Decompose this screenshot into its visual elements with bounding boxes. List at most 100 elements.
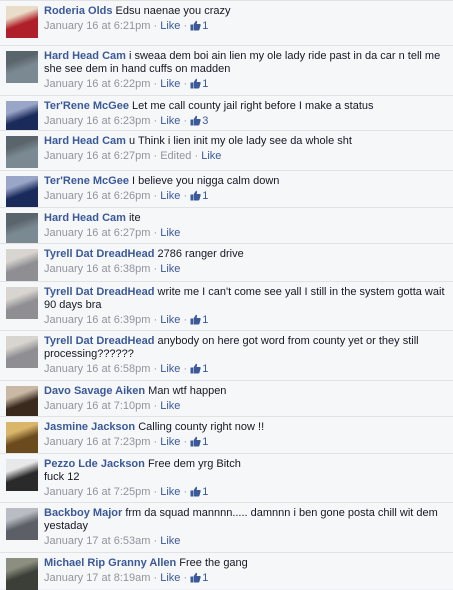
thumbs-up-icon [190, 115, 201, 126]
like-count-value: 1 [202, 363, 209, 375]
avatar[interactable] [6, 51, 38, 83]
avatar[interactable] [6, 6, 38, 38]
like-link[interactable]: Like [160, 190, 180, 202]
comment-item: Pezzo Lde Jackson Free dem yrg Bitch fuck… [0, 453, 453, 502]
avatar[interactable] [6, 508, 38, 540]
like-count-value: 1 [202, 436, 209, 448]
avatar[interactable] [6, 336, 38, 368]
comment-item: Jasmine Jackson Calling county right now… [0, 416, 453, 454]
like-link[interactable]: Like [160, 227, 180, 239]
like-count[interactable]: 1 [190, 78, 208, 90]
like-count[interactable]: 1 [190, 190, 208, 202]
comment-timestamp[interactable]: January 16 at 6:39pm [44, 314, 150, 326]
avatar[interactable] [6, 136, 38, 168]
comment-meta: January 16 at 7:25pm · Like · 1 [44, 486, 447, 499]
like-link[interactable]: Like [160, 572, 180, 584]
comment-timestamp[interactable]: January 16 at 6:27pm [44, 150, 150, 162]
separator-dot: · [183, 20, 188, 32]
like-count[interactable]: 1 [190, 572, 208, 584]
comment-author[interactable]: Tyrell Dat DreadHead [44, 248, 154, 260]
like-link[interactable]: Like [160, 486, 180, 498]
separator-dot: · [153, 78, 158, 90]
comment-text: ite [128, 212, 141, 224]
like-link[interactable]: Like [160, 436, 180, 448]
comment-item: Backboy Major frm da squad mannnn..... d… [0, 502, 453, 552]
comment-timestamp[interactable]: January 17 at 6:53am [44, 535, 150, 547]
comment-timestamp[interactable]: January 16 at 6:27pm [44, 227, 150, 239]
comment-meta: January 16 at 6:27pm · Like [44, 227, 447, 240]
separator-dot: · [183, 314, 188, 326]
comment-meta: January 16 at 7:23pm · Like · 1 [44, 436, 447, 449]
like-count[interactable]: 1 [190, 20, 208, 32]
separator-dot: · [194, 150, 199, 162]
avatar[interactable] [6, 176, 38, 208]
comment-author[interactable]: Ter'Rene McGee [44, 175, 129, 187]
comment-timestamp[interactable]: January 16 at 6:38pm [44, 263, 150, 275]
like-count[interactable]: 1 [190, 486, 208, 498]
comment-author[interactable]: Hard Head Cam [44, 212, 126, 224]
like-link[interactable]: Like [160, 263, 180, 275]
comment-timestamp[interactable]: January 16 at 6:26pm [44, 190, 150, 202]
separator-dot: · [183, 115, 188, 127]
avatar[interactable] [6, 386, 38, 418]
comment-author[interactable]: Tyrell Dat DreadHead [44, 335, 154, 347]
comment-meta: January 16 at 6:26pm · Like · 1 [44, 190, 447, 203]
separator-dot: · [153, 20, 158, 32]
like-link[interactable]: Like [160, 363, 180, 375]
like-count[interactable]: 1 [190, 363, 208, 375]
comment-timestamp[interactable]: January 16 at 6:21pm [44, 20, 150, 32]
avatar[interactable] [6, 459, 38, 491]
thumbs-up-icon [190, 190, 201, 201]
comment-timestamp[interactable]: January 16 at 7:23pm [44, 436, 150, 448]
comment-text: Man wtf happen [148, 385, 227, 397]
like-count[interactable]: 1 [190, 436, 208, 448]
comment-author[interactable]: Michael Rip Granny Allen [44, 557, 176, 569]
comment-timestamp[interactable]: January 16 at 7:10pm [44, 400, 150, 412]
avatar[interactable] [6, 101, 38, 133]
comment-timestamp[interactable]: January 16 at 7:25pm [44, 486, 150, 498]
edited-label[interactable]: Edited [160, 150, 191, 162]
separator-dot: · [153, 115, 158, 127]
comment-timestamp[interactable]: January 17 at 8:19am [44, 572, 150, 584]
comment-timestamp[interactable]: January 16 at 6:58pm [44, 363, 150, 375]
comment-author[interactable]: Backboy Major [44, 507, 122, 519]
comment-author[interactable]: Tyrell Dat DreadHead [44, 286, 154, 298]
comment-timestamp[interactable]: January 16 at 6:22pm [44, 78, 150, 90]
like-link[interactable]: Like [160, 535, 180, 547]
avatar[interactable] [6, 422, 38, 454]
thumbs-up-icon [190, 20, 201, 31]
separator-dot: · [153, 363, 158, 375]
comment-author[interactable]: Pezzo Lde Jackson [44, 458, 145, 470]
like-link[interactable]: Like [160, 20, 180, 32]
comment-author[interactable]: Jasmine Jackson [44, 421, 135, 433]
like-count-value: 3 [202, 115, 209, 127]
comment-item: Ter'Rene McGee Let me call county jail r… [0, 95, 453, 133]
thumbs-up-icon [190, 436, 201, 447]
comment-timestamp[interactable]: January 16 at 6:23pm [44, 115, 150, 127]
like-count[interactable]: 1 [190, 314, 208, 326]
thumbs-up-icon [190, 363, 201, 374]
comment-meta: January 16 at 6:21pm · Like · 1 [44, 20, 447, 33]
comment-author[interactable]: Ter'Rene McGee [44, 100, 129, 112]
comment-author[interactable]: Davo Savage Aiken [44, 385, 145, 397]
comment-author[interactable]: Hard Head Cam [44, 50, 126, 62]
comment-item: Tyrell Dat DreadHead anybody on here got… [0, 330, 453, 380]
like-count[interactable]: 3 [190, 115, 208, 127]
like-link[interactable]: Like [160, 400, 180, 412]
like-count-value: 1 [202, 572, 209, 584]
avatar[interactable] [6, 287, 38, 319]
like-link[interactable]: Like [160, 314, 180, 326]
avatar[interactable] [6, 249, 38, 281]
separator-dot: · [153, 314, 158, 326]
avatar[interactable] [6, 558, 38, 590]
comment-author[interactable]: Hard Head Cam [44, 135, 126, 147]
separator-dot: · [183, 572, 188, 584]
like-link[interactable]: Like [160, 78, 180, 90]
avatar[interactable] [6, 213, 38, 245]
separator-dot: · [183, 363, 188, 375]
like-link[interactable]: Like [160, 115, 180, 127]
comment-author[interactable]: Roderia Olds [44, 5, 112, 17]
comment-text: Edsu naenae you crazy [115, 5, 231, 17]
like-link[interactable]: Like [201, 150, 221, 162]
comment-meta: January 16 at 7:10pm · Like [44, 400, 447, 413]
